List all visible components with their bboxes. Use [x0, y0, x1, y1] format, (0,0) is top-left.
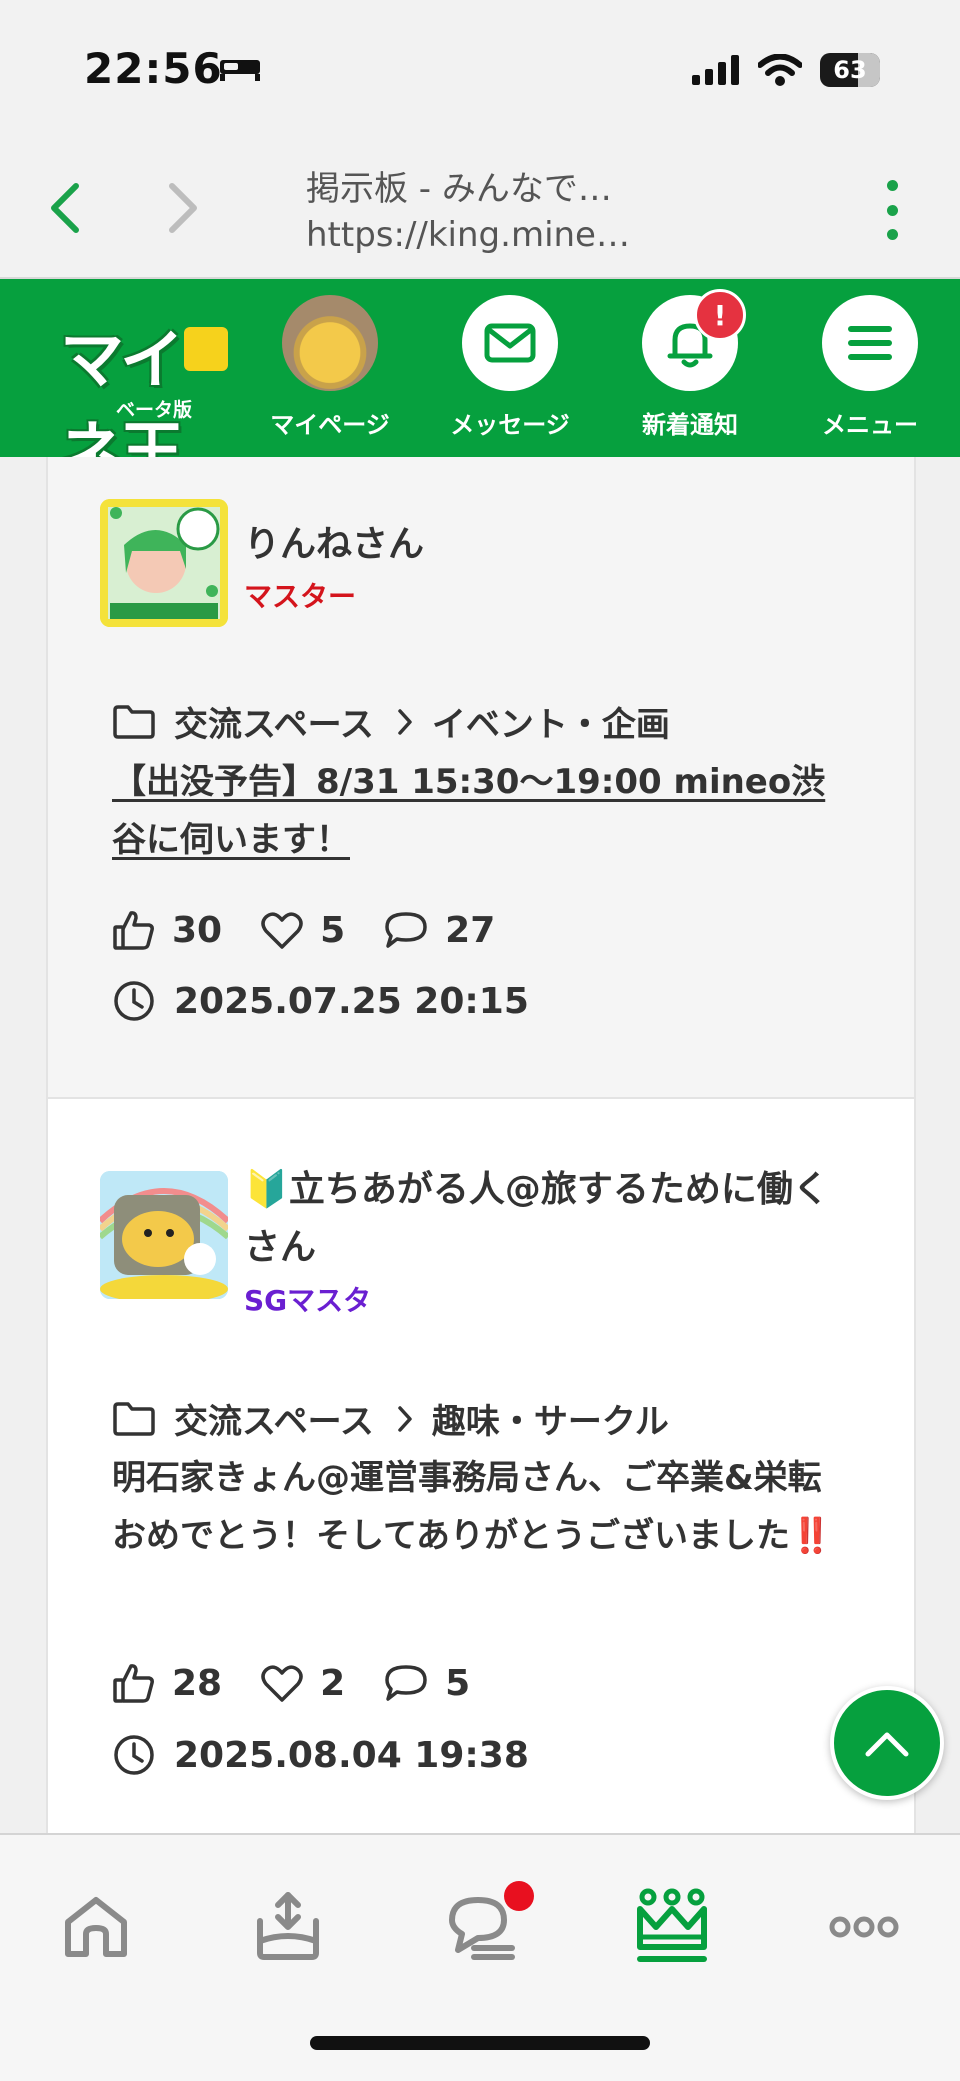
tab-share[interactable] — [248, 1887, 328, 1967]
browser-menu-icon[interactable] — [884, 180, 900, 240]
thumbs-up-icon — [113, 1664, 154, 1703]
like-count[interactable]: 28 — [112, 1662, 222, 1704]
user-avatar[interactable] — [100, 1171, 228, 1299]
post-title-link[interactable]: 【出没予告】8/31 15:30〜19:00 mineo渋谷に伺います！ — [112, 753, 852, 869]
user-avatar-image — [100, 499, 228, 627]
heart-count[interactable]: 2 — [260, 1663, 345, 1704]
comment-count[interactable]: 5 — [383, 1663, 470, 1704]
address-bar[interactable]: 掲示板 - みんなで… https://king.mine… — [306, 166, 766, 258]
crown-icon — [637, 1888, 707, 1962]
hamburger-icon — [848, 326, 892, 360]
upload-icon — [257, 1892, 319, 1960]
user-avatar[interactable] — [100, 499, 228, 627]
comment-bubble-icon — [385, 912, 427, 948]
tab-home[interactable] — [56, 1887, 136, 1967]
chevron-up-icon — [865, 1732, 909, 1757]
folder-icon — [113, 704, 155, 739]
category-path: 交流スペース 趣味・サークル — [112, 1394, 669, 1443]
subcategory-link[interactable]: 趣味・サークル — [432, 1394, 669, 1443]
post-date: 2025.07.25 20:15 — [112, 979, 529, 1023]
post-card[interactable]: りんねさん マスター 交流スペース イベント・企画 【出没予告】8/31 15:… — [46, 457, 916, 1099]
thumbs-up-icon — [113, 911, 154, 950]
category-link[interactable]: 交流スペース — [174, 697, 374, 746]
user-avatar-image — [100, 1171, 228, 1299]
status-bar: 22:56 63 — [0, 0, 960, 140]
nav-notifications[interactable]: ! 新着通知 — [625, 289, 755, 445]
signal-icon — [692, 55, 739, 85]
avatar — [282, 295, 378, 391]
tab-king[interactable] — [632, 1887, 712, 1967]
home-icon — [65, 1897, 127, 1957]
logo-beta-label: ベータ版 — [116, 399, 193, 421]
folder-icon — [113, 1401, 155, 1436]
status-indicators: 63 — [692, 52, 880, 88]
envelope-icon — [484, 323, 536, 363]
nav-message[interactable]: メッセージ — [445, 295, 575, 445]
post-stats: 28 2 5 — [112, 1662, 508, 1704]
post-stats: 30 5 27 — [112, 909, 533, 951]
chevron-right-icon — [398, 708, 412, 735]
category-link[interactable]: 交流スペース — [174, 1394, 374, 1443]
battery-indicator: 63 — [820, 53, 880, 87]
chat-icon — [449, 1897, 515, 1960]
user-name[interactable]: 🔰立ちあがる人@旅するために働くさん — [244, 1161, 864, 1277]
status-time: 22:56 — [84, 44, 223, 93]
like-count[interactable]: 30 — [112, 909, 222, 951]
comment-count[interactable]: 27 — [383, 910, 495, 951]
nav-label-notifications: 新着通知 — [642, 411, 738, 439]
post-title-link[interactable]: 明石家きょん@運営事務局さん、ご卒業&栄転おめでとう！そしてありがとうございまし… — [112, 1449, 852, 1565]
clock-icon — [114, 1735, 154, 1775]
sleep-mode-icon — [220, 60, 260, 81]
clock-icon — [114, 981, 154, 1021]
more-icon — [829, 1916, 899, 1938]
chevron-right-icon — [398, 1405, 412, 1432]
user-rank: マスター — [244, 580, 357, 613]
wifi-icon — [758, 54, 802, 86]
category-path: 交流スペース イベント・企画 — [112, 697, 670, 746]
comment-bubble-icon — [385, 1665, 427, 1701]
user-name[interactable]: りんねさん — [244, 515, 424, 575]
post-date: 2025.08.04 19:38 — [112, 1733, 529, 1777]
unread-dot — [504, 1881, 534, 1911]
page-url: https://king.mine… — [306, 215, 630, 255]
heart-icon — [261, 1665, 303, 1702]
back-arrow-icon[interactable] — [46, 180, 86, 236]
site-logo[interactable]: マイネ王 ベータ版 — [60, 309, 230, 490]
heart-icon — [261, 912, 303, 949]
page-title: 掲示板 - みんなで… — [306, 169, 612, 209]
nav-label-menu: メニュー — [822, 411, 918, 439]
nav-mypage[interactable]: マイページ — [265, 295, 395, 445]
forward-arrow-icon[interactable] — [162, 180, 202, 236]
notification-badge: ! — [694, 289, 746, 341]
heart-count[interactable]: 5 — [260, 910, 345, 951]
nav-label-message: メッセージ — [450, 411, 570, 439]
user-rank: SGマスタ — [244, 1284, 372, 1317]
nav-label-mypage: マイページ — [270, 411, 390, 439]
browser-toolbar: 掲示板 - みんなで… https://king.mine… — [0, 140, 960, 279]
post-list: りんねさん マスター 交流スペース イベント・企画 【出没予告】8/31 15:… — [0, 457, 960, 1833]
scroll-to-top-button[interactable] — [830, 1686, 944, 1800]
subcategory-link[interactable]: イベント・企画 — [432, 697, 670, 746]
site-header: マイネ王 ベータ版 マイページ メッセージ ! 新着通知 メニュー — [0, 279, 960, 490]
tab-more[interactable] — [824, 1887, 904, 1967]
post-card[interactable]: 🔰立ちあがる人@旅するために働くさん SGマスタ 交流スペース 趣味・サークル … — [46, 1099, 916, 1833]
nav-menu[interactable]: メニュー — [805, 295, 935, 445]
tab-chat[interactable] — [440, 1881, 534, 1967]
home-indicator[interactable] — [310, 2036, 650, 2050]
